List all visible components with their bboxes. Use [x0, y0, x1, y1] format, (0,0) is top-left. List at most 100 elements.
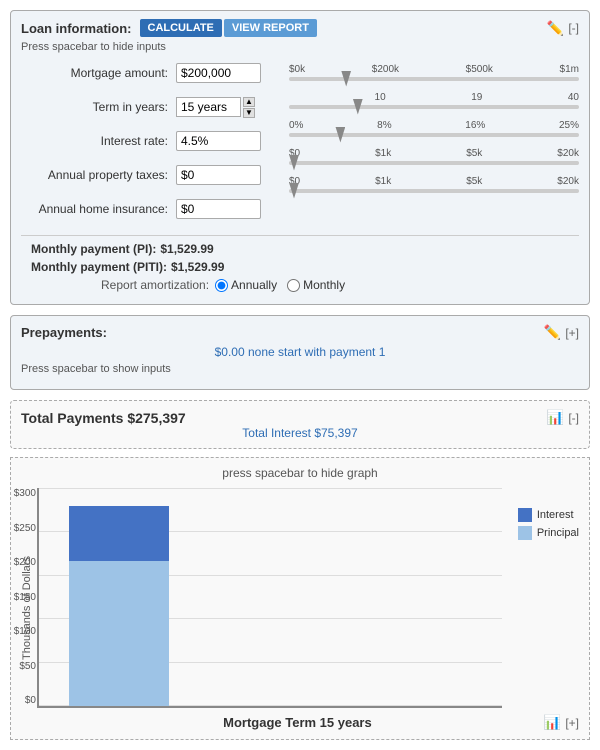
tax-label-2: $5k: [466, 148, 482, 159]
rate-slider-track[interactable]: [289, 133, 579, 137]
payment-piti-value: $1,529.99: [171, 260, 224, 274]
term-label-1: 10: [375, 92, 386, 103]
amort-monthly-label: Monthly: [303, 278, 345, 292]
mortgage-slider-row: $0k $200k $500k $1m: [289, 59, 579, 87]
term-label-2: 19: [471, 92, 482, 103]
collapse-icon[interactable]: [-]: [568, 21, 579, 35]
y-label-250: $250: [1, 523, 36, 534]
legend-interest: Interest: [518, 508, 579, 522]
legend-principal-color: [518, 526, 532, 540]
loan-spacebar-hint: Press spacebar to hide inputs: [21, 41, 579, 53]
term-input[interactable]: [176, 97, 241, 117]
rate-label-2: 16%: [465, 120, 485, 131]
insurance-label-2: $5k: [466, 176, 482, 187]
bar-principal: [69, 561, 169, 706]
loan-section: Loan information: CALCULATE VIEW REPORT …: [10, 10, 590, 305]
insurance-input[interactable]: [176, 199, 261, 219]
tax-slider-container: $0 $1k $5k $20k: [289, 148, 579, 167]
term-row: Term in years: ▲ ▼: [21, 93, 281, 121]
term-up-button[interactable]: ▲: [243, 97, 255, 107]
edit-icon[interactable]: ✏️: [547, 20, 564, 37]
bar-group: [69, 506, 169, 706]
chart-expand-icon[interactable]: [+]: [565, 716, 579, 730]
term-down-button[interactable]: ▼: [243, 108, 255, 118]
rate-slider-container: 0% 8% 16% 25%: [289, 120, 579, 139]
amort-annually-label: Annually: [231, 278, 277, 292]
chart-footer-title: Mortgage Term 15 years: [51, 715, 544, 730]
tax-input[interactable]: [176, 165, 261, 185]
totals-collapse-icon[interactable]: [-]: [568, 411, 579, 425]
tax-slider-thumb[interactable]: [289, 155, 299, 171]
insurance-slider-track[interactable]: [289, 189, 579, 193]
legend-interest-label: Interest: [537, 509, 574, 521]
loan-header-buttons: CALCULATE VIEW REPORT: [140, 19, 317, 37]
mortgage-label-3: $1m: [560, 64, 579, 75]
chart-bar-icon: 📊: [544, 714, 561, 731]
chart-footer-icons: 📊 [+]: [544, 714, 579, 731]
insurance-slider-row: $0 $1k $5k $20k: [289, 171, 579, 199]
amortization-row: Report amortization: Annually Monthly: [21, 278, 579, 292]
mortgage-slider-track[interactable]: [289, 77, 579, 81]
inputs-sliders-area: Mortgage amount: Term in years: ▲ ▼: [21, 59, 579, 229]
term-label: Term in years:: [21, 100, 176, 114]
prepayments-expand-icon[interactable]: [+]: [565, 326, 579, 340]
mortgage-label: Mortgage amount:: [21, 66, 176, 80]
rate-slider-thumb[interactable]: [335, 127, 345, 143]
rate-row: Interest rate:: [21, 127, 281, 155]
prepayments-spacebar-hint: Press spacebar to show inputs: [21, 363, 579, 375]
amort-label: Report amortization:: [101, 278, 209, 292]
term-arrows: ▲ ▼: [243, 97, 255, 118]
term-wrapper: ▲ ▼: [176, 97, 255, 118]
insurance-slider-thumb[interactable]: [289, 183, 299, 199]
legend-principal-label: Principal: [537, 527, 579, 539]
view-report-button[interactable]: VIEW REPORT: [224, 19, 317, 37]
prepayments-edit-icon[interactable]: ✏️: [544, 324, 561, 341]
totals-header-icons: 📊 [-]: [547, 409, 579, 426]
legend-principal: Principal: [518, 526, 579, 540]
chart-container: Thousands of Dollars $300 $250 $200 $150…: [21, 488, 579, 708]
y-labels: $300 $250 $200 $150 $100 $50 $0: [1, 488, 36, 706]
chart-footer: Mortgage Term 15 years 📊 [+]: [21, 714, 579, 731]
insurance-label: Annual home insurance:: [21, 202, 176, 216]
payment-pi-value: $1,529.99: [160, 242, 213, 256]
prepayments-title: Prepayments:: [21, 325, 107, 340]
amort-monthly-option[interactable]: Monthly: [287, 278, 345, 292]
payment-pi-label: Monthly payment (PI):: [31, 242, 156, 256]
term-slider-row: 10 19 40: [289, 87, 579, 115]
insurance-label-3: $20k: [557, 176, 579, 187]
y-label-100: $100: [1, 626, 36, 637]
tax-slider-track[interactable]: [289, 161, 579, 165]
mortgage-input[interactable]: [176, 63, 261, 83]
calculate-button[interactable]: CALCULATE: [140, 19, 222, 37]
payment-piti-label: Monthly payment (PITI):: [31, 260, 167, 274]
total-interest-label: Total Interest $75,397: [21, 426, 579, 440]
bar-interest: [69, 506, 169, 561]
amort-monthly-radio[interactable]: [287, 279, 300, 292]
payment-piti-row: Monthly payment (PITI): $1,529.99: [21, 260, 579, 274]
amort-annually-option[interactable]: Annually: [215, 278, 277, 292]
mortgage-label-2: $500k: [466, 64, 493, 75]
totals-header: Total Payments $275,397 📊 [-]: [21, 409, 579, 426]
rate-label: Interest rate:: [21, 134, 176, 148]
mortgage-slider-thumb[interactable]: [341, 71, 351, 87]
insurance-slider-labels: $0 $1k $5k $20k: [289, 176, 579, 187]
loan-title-row: Loan information: CALCULATE VIEW REPORT: [21, 19, 317, 37]
amort-annually-radio[interactable]: [215, 279, 228, 292]
rate-input[interactable]: [176, 131, 261, 151]
term-slider-track[interactable]: [289, 105, 579, 109]
total-payments-label: Total Payments $275,397: [21, 410, 186, 426]
mortgage-label-0: $0k: [289, 64, 305, 75]
tax-row: Annual property taxes:: [21, 161, 281, 189]
mortgage-row: Mortgage amount:: [21, 59, 281, 87]
sliders-column: $0k $200k $500k $1m: [281, 59, 579, 229]
chart-legend: Interest Principal: [518, 508, 579, 540]
chart-area: $300 $250 $200 $150 $100 $50 $0: [37, 488, 502, 708]
tax-slider-labels: $0 $1k $5k $20k: [289, 148, 579, 159]
prepayments-info: $0.00 none start with payment 1: [21, 345, 579, 359]
prepayments-header: Prepayments: ✏️ [+]: [21, 324, 579, 341]
rate-label-1: 8%: [377, 120, 391, 131]
chart-inner: $300 $250 $200 $150 $100 $50 $0: [37, 488, 502, 708]
prepayments-header-icons: ✏️ [+]: [544, 324, 579, 341]
term-slider-thumb[interactable]: [353, 99, 363, 115]
prepayments-section: Prepayments: ✏️ [+] $0.00 none start wit…: [10, 315, 590, 390]
